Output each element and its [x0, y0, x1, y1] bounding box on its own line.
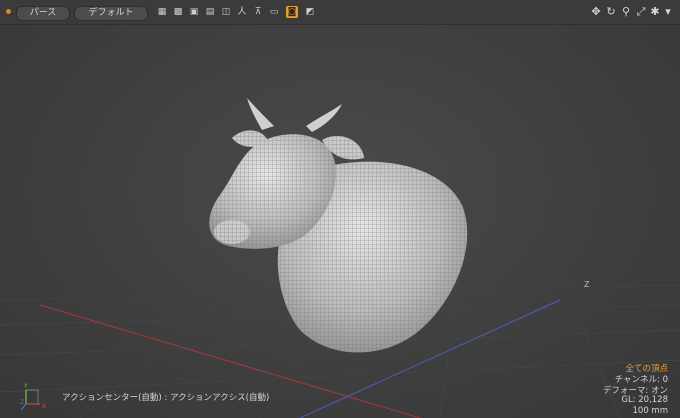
grid-size-readout: 100 mm [632, 406, 669, 416]
z-axis-letter: Z [20, 399, 24, 406]
cow-mesh [209, 98, 468, 353]
settings-icon[interactable]: ✱ [649, 5, 661, 19]
dropdown-icon[interactable]: ▾ [662, 5, 674, 19]
gl-count-readout: GL: 20,128 [621, 395, 668, 405]
camera-icon[interactable]: ▭ [268, 6, 280, 18]
layout-icon[interactable]: ◫ [220, 6, 232, 18]
viewport-toolbar: パース デフォルト ▦ ▩ ▣ ▤ ◫ 人 ⊼ ▭ ◙ ◩ ✥ ↻ ⚲ ⤢ ✱ … [0, 0, 680, 25]
person-icon[interactable]: 人 [236, 6, 248, 18]
wireframe-icon[interactable]: ▦ [156, 6, 168, 18]
axis-orientation-widget: Y X Z [20, 383, 46, 411]
z-axis-label: Z [584, 280, 590, 289]
viewport-menu-dot[interactable] [6, 9, 11, 14]
rotate-icon[interactable]: ↻ [605, 5, 617, 19]
viewport-scene: Z [0, 98, 680, 418]
move-icon[interactable]: ✥ [590, 5, 602, 19]
shading-dropdown[interactable]: デフォルト [74, 6, 148, 21]
view-mode-dropdown[interactable]: パース [16, 6, 70, 21]
y-axis-letter: Y [23, 383, 28, 390]
3d-viewport[interactable]: Z [0, 0, 680, 418]
action-center-hint: アクションセンター(自動) : アクションアクシス(自動) [62, 393, 270, 403]
x-axis-letter: X [42, 403, 46, 410]
pin-icon[interactable]: ⊼ [252, 6, 264, 18]
selection-style-icon[interactable]: ◩ [304, 6, 316, 18]
shaded-icon[interactable]: ▣ [188, 6, 200, 18]
fit-icon[interactable]: ⤢ [635, 5, 647, 19]
texture-icon[interactable]: ▤ [204, 6, 216, 18]
zoom-icon[interactable]: ⚲ [620, 5, 632, 19]
drawing-style-icon[interactable]: ◙ [286, 6, 298, 18]
grid-icon[interactable]: ▩ [172, 6, 184, 18]
